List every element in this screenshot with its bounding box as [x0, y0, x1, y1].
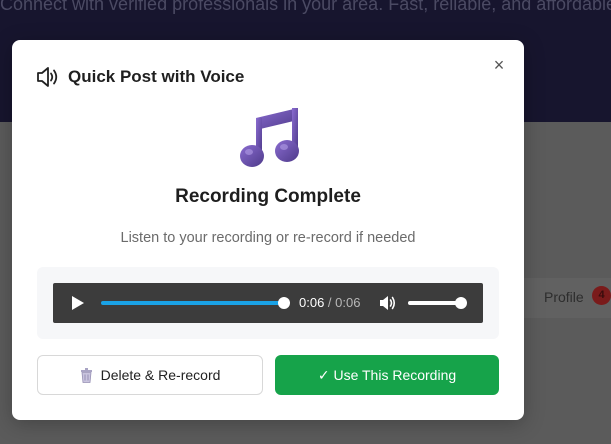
volume-thumb[interactable]: [455, 297, 467, 309]
use-recording-label: ✓ Use This Recording: [317, 366, 457, 383]
audio-player: 0:06 / 0:06: [53, 283, 483, 323]
background-profile-badge: 4: [592, 286, 611, 305]
background-hero-text: Connect with verified professionals in y…: [0, 0, 611, 14]
volume-slider[interactable]: [408, 301, 458, 305]
time-display: 0:06 / 0:06: [299, 295, 360, 310]
status-subtitle: Listen to your recording or re-record if…: [120, 230, 416, 246]
status-title: Recording Complete: [175, 186, 361, 207]
seek-thumb[interactable]: [278, 297, 290, 309]
modal-title: Quick Post with Voice: [68, 67, 245, 86]
time-separator: /: [324, 295, 336, 310]
music-note-icon: [240, 108, 299, 167]
modal-header: Quick Post with Voice: [36, 66, 244, 88]
close-icon[interactable]: ×: [490, 56, 508, 74]
voice-post-modal: Quick Post with Voice × Recording Comple…: [12, 40, 524, 420]
trash-icon: [80, 367, 92, 383]
use-recording-button[interactable]: ✓ Use This Recording: [275, 355, 499, 395]
speaker-icon: [37, 67, 58, 87]
audio-player-panel: 0:06 / 0:06: [37, 267, 499, 339]
duration: 0:06: [335, 295, 361, 310]
background-profile-link: Profile: [544, 289, 584, 305]
current-time: 0:06: [299, 295, 325, 310]
play-icon[interactable]: [71, 295, 85, 311]
delete-rerecord-button[interactable]: Delete & Re-record: [37, 355, 263, 395]
delete-rerecord-label: Delete & Re-record: [100, 367, 221, 383]
volume-icon[interactable]: [379, 294, 397, 312]
seek-bar[interactable]: [101, 301, 285, 305]
